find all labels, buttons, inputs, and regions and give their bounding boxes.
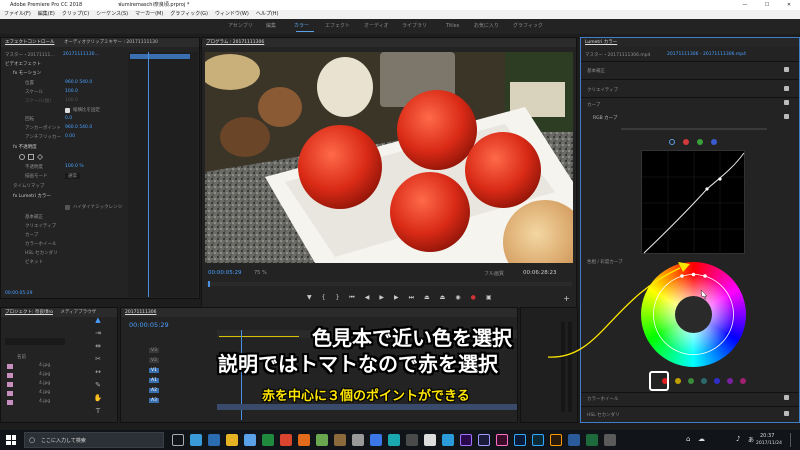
- word-icon[interactable]: [568, 434, 580, 446]
- folder-icon[interactable]: [226, 434, 238, 446]
- clock-time[interactable]: 20:37: [760, 433, 774, 439]
- app-icon[interactable]: [514, 434, 526, 446]
- app-icon[interactable]: [262, 434, 274, 446]
- cloud-icon[interactable]: ☁: [698, 435, 705, 443]
- explorer-icon[interactable]: [208, 434, 220, 446]
- chrome-icon[interactable]: [280, 434, 292, 446]
- windows-start-icon[interactable]: [6, 435, 16, 445]
- ime-icon[interactable]: あ: [748, 435, 754, 444]
- photoshop-icon[interactable]: [532, 434, 544, 446]
- excel-icon[interactable]: [586, 434, 598, 446]
- illustrator-icon[interactable]: [550, 434, 562, 446]
- search-icon: ○: [29, 436, 36, 444]
- store-icon[interactable]: [244, 434, 256, 446]
- clock-date[interactable]: 2017/11/24: [756, 441, 782, 446]
- annotation-arrow: [547, 267, 681, 358]
- premiere-icon[interactable]: [460, 434, 472, 446]
- app-icon[interactable]: [334, 434, 346, 446]
- annotation-line-2: 説明ではトマトなので赤を選択: [218, 352, 498, 376]
- task-view-icon[interactable]: [172, 434, 184, 446]
- app-icon[interactable]: [388, 434, 400, 446]
- edge-icon[interactable]: [190, 434, 202, 446]
- app-icon[interactable]: [316, 434, 328, 446]
- app-icon[interactable]: [604, 434, 616, 446]
- after-effects-icon[interactable]: [478, 434, 490, 446]
- windows-taskbar: ○ ここに入力して検索 ⌂ ☁ ♪ あ 20:37 2017/11/24: [0, 430, 800, 450]
- annotation-line-1: 色見本で近い色を選択: [312, 326, 512, 350]
- taskbar-search-placeholder: ここに入力して検索: [41, 438, 86, 444]
- network-icon[interactable]: ⌂: [686, 435, 690, 443]
- app-icon[interactable]: [496, 434, 508, 446]
- annotation-line-3: 赤を中心に３個のポイントができる: [262, 389, 470, 404]
- taskbar-search-box[interactable]: ○ ここに入力して検索: [24, 432, 164, 448]
- annotation-overlay: [547, 262, 690, 358]
- app-icon[interactable]: [424, 434, 436, 446]
- app-icon[interactable]: [406, 434, 418, 446]
- volume-icon[interactable]: ♪: [736, 435, 740, 443]
- annotation-arrowhead: [678, 262, 690, 272]
- app-icon[interactable]: [442, 434, 454, 446]
- show-desktop-button[interactable]: [790, 433, 791, 447]
- firefox-icon[interactable]: [298, 434, 310, 446]
- app-icon[interactable]: [370, 434, 382, 446]
- app-icon[interactable]: [352, 434, 364, 446]
